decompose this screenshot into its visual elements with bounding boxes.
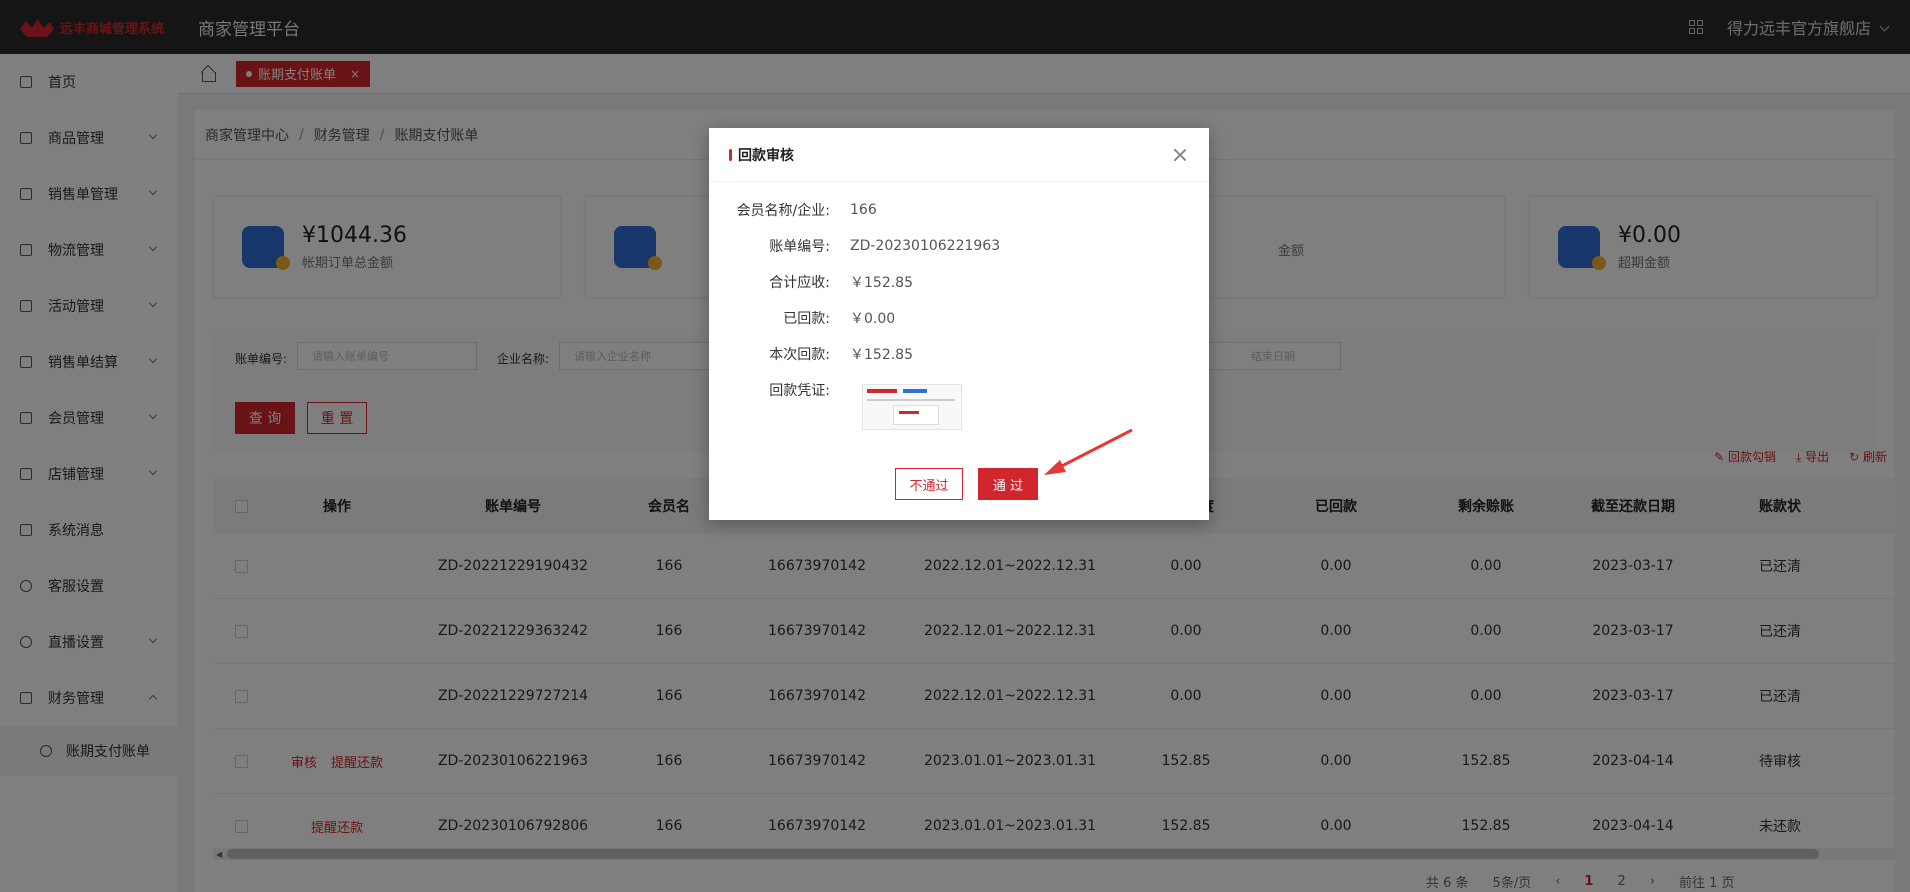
voucher-thumbnail[interactable] — [862, 384, 962, 430]
field-label: 账单编号: — [769, 239, 830, 255]
title-bar-icon — [729, 148, 732, 161]
field-member: 会员名称/企业: 166 — [709, 200, 877, 220]
reject-button[interactable]: 不通过 — [895, 468, 963, 500]
dialog-header: 回款审核 — [709, 128, 1209, 182]
field-label: 合计应收: — [769, 275, 830, 291]
field-total-receivable: 合计应收: ￥152.85 — [709, 272, 913, 292]
field-voucher: 回款凭证: — [709, 380, 830, 400]
dialog-title: 回款审核 — [738, 147, 794, 164]
field-value: ZD-20230106221963 — [850, 238, 1001, 254]
field-current-payment: 本次回款: ￥152.85 — [709, 344, 913, 364]
field-value: ￥0.00 — [850, 311, 896, 327]
field-label: 会员名称/企业: — [736, 203, 830, 219]
field-value: ￥152.85 — [850, 275, 913, 291]
field-bill-no: 账单编号: ZD-20230106221963 — [709, 236, 1000, 256]
field-value: 166 — [850, 202, 877, 218]
field-label: 回款凭证: — [769, 383, 830, 399]
field-label: 本次回款: — [769, 347, 830, 363]
field-value: ￥152.85 — [850, 347, 913, 363]
field-label: 已回款: — [783, 311, 830, 327]
close-icon[interactable] — [1173, 148, 1187, 162]
field-paid: 已回款: ￥0.00 — [709, 308, 895, 328]
approve-button[interactable]: 通 过 — [978, 468, 1038, 500]
annotation-arrow-icon — [1044, 428, 1133, 475]
